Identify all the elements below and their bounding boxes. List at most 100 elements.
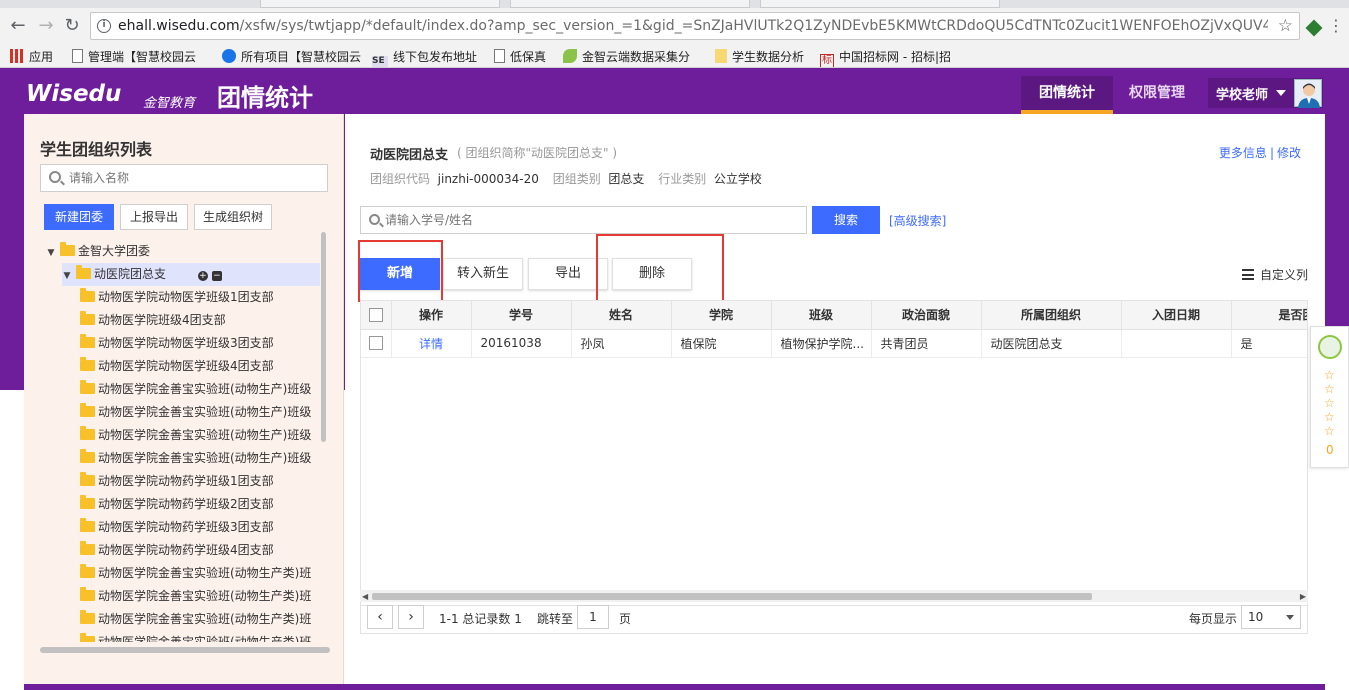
new-committee-button[interactable]: 新建团委 <box>44 204 114 230</box>
tree-node-branch[interactable]: 动物医学院动物医学班级3团支部 <box>80 332 274 355</box>
bookmark-item[interactable]: 所有项目【智慧校园云 <box>222 48 361 65</box>
star-icon[interactable]: ☆ <box>1324 383 1335 395</box>
chevron-down-icon[interactable]: ▼ <box>46 242 56 265</box>
site-info-icon[interactable]: i <box>97 19 111 33</box>
chevron-down-icon[interactable]: ▼ <box>62 265 72 288</box>
tree-node-branch[interactable]: 动物医学院金善宝实验班(动物生产)班级 <box>80 447 311 470</box>
tree-node-branch[interactable]: 动物医学院金善宝实验班(动物生产类)班 <box>80 585 311 608</box>
tree-node-branch[interactable]: 动物医学院动物医学班级4团支部 <box>80 355 274 378</box>
political-status-cell: 共青团员 <box>871 329 982 358</box>
tree-node-branch[interactable]: 动物医学院金善宝实验班(动物生产类)班 <box>80 608 311 631</box>
prev-page-button[interactable]: ‹ <box>367 605 393 629</box>
per-page-select[interactable]: 10 <box>1241 605 1301 629</box>
tree-node-branch[interactable]: 动物医学院班级4团支部 <box>80 309 226 332</box>
more-info-link[interactable]: 更多信息 <box>1219 146 1267 160</box>
table-horizontal-scrollbar[interactable]: ◀ ▶ <box>360 590 1308 602</box>
tab-tuanqing[interactable]: 团情统计 <box>1021 76 1113 114</box>
add-node-icon[interactable]: + <box>197 271 208 281</box>
student-search-box[interactable] <box>360 206 807 234</box>
tab-permission[interactable]: 权限管理 <box>1113 76 1201 114</box>
avatar[interactable] <box>1294 79 1322 108</box>
student-search-input[interactable] <box>385 210 795 230</box>
folder-icon <box>80 380 95 394</box>
browser-tab[interactable] <box>510 0 750 8</box>
bookmark-item[interactable]: 管理端【智慧校园云 <box>72 48 196 65</box>
tree-node-branch[interactable]: 动物医学院金善宝实验班(动物生产)班级 <box>80 424 311 447</box>
scroll-right-icon[interactable]: ▶ <box>1300 592 1306 601</box>
user-menu[interactable]: 学校老师 <box>1208 78 1323 108</box>
tree-node-label: 动物医学院金善宝实验班(动物生产类)班 <box>98 566 312 580</box>
edit-link[interactable]: 修改 <box>1277 146 1301 160</box>
rating-widget[interactable]: ☆ ☆ ☆ ☆ ☆ 0 <box>1310 326 1349 468</box>
join-date-cell <box>1121 329 1232 358</box>
tree-vertical-scrollbar[interactable] <box>321 232 326 442</box>
tree-node-branch[interactable]: 动物医学院金善宝实验班(动物生产类)班 <box>80 562 311 585</box>
tree-node-branch[interactable]: 动物医学院动物药学班级1团支部 <box>80 470 274 493</box>
bookmark-item[interactable]: 标中国招标网 - 招标|招 <box>820 48 951 67</box>
generate-tree-button[interactable]: 生成组织树 <box>194 204 272 230</box>
custom-columns-button[interactable]: 自定义列 <box>1241 266 1308 283</box>
column-header[interactable]: 政治面貌 <box>871 301 982 330</box>
detail-link[interactable]: 详情 <box>419 337 443 351</box>
column-header[interactable]: 学院 <box>671 301 772 330</box>
column-header[interactable]: 所属团组织 <box>981 301 1122 330</box>
tree-horizontal-scrollbar[interactable] <box>40 647 330 653</box>
import-freshmen-button[interactable]: 转入新生 <box>443 258 523 290</box>
search-button[interactable]: 搜索 <box>812 206 880 234</box>
bookmark-apps[interactable]: 应用 <box>10 48 53 65</box>
bookmark-item[interactable]: 学生数据分析 <box>715 48 804 65</box>
org-search-input[interactable] <box>69 168 319 188</box>
scrollbar-thumb[interactable] <box>372 593 1092 600</box>
bookmark-item[interactable]: 金智云端数据采集分 <box>563 48 690 65</box>
column-header[interactable]: 操作 <box>391 301 472 330</box>
star-icon[interactable]: ☆ <box>1324 369 1335 381</box>
advanced-search-link[interactable]: [高级搜索] <box>889 212 946 229</box>
feedback-icon[interactable] <box>1318 335 1342 359</box>
extension-icon[interactable] <box>1305 19 1323 37</box>
browser-tab[interactable] <box>760 0 1000 8</box>
star-icon[interactable]: ☆ <box>1324 397 1335 409</box>
report-export-button[interactable]: 上报导出 <box>120 204 188 230</box>
column-header[interactable]: 是否团 <box>1231 301 1307 330</box>
tree-node-branch[interactable]: 动物医学院动物药学班级3团支部 <box>80 516 274 539</box>
column-header[interactable]: 入团日期 <box>1121 301 1232 330</box>
page-summary: 1-1 总记录数 1 <box>439 612 522 626</box>
flag-cell: 是 <box>1231 329 1307 358</box>
tree-node-selected[interactable]: ▼ 动医院团总支 + − <box>62 263 320 286</box>
circle-logo-icon <box>222 49 236 63</box>
org-search-box[interactable] <box>40 164 328 192</box>
column-header[interactable]: 班级 <box>771 301 872 330</box>
bookmark-star-icon[interactable]: ☆ <box>1278 16 1293 36</box>
star-icon[interactable]: ☆ <box>1324 425 1335 437</box>
tree-node-branch[interactable]: 动物医学院金善宝实验班(动物生产)班级 <box>80 401 311 424</box>
remove-node-icon[interactable]: − <box>211 271 222 281</box>
tree-node-label: 动物医学院金善宝实验班(动物生产)班级 <box>98 382 312 396</box>
rating-count: 0 <box>1326 443 1334 457</box>
back-icon[interactable]: ← <box>8 16 28 36</box>
student-name-cell: 孙凤 <box>571 329 672 358</box>
page-number-input[interactable]: 1 <box>577 605 609 629</box>
star-icon[interactable]: ☆ <box>1324 411 1335 423</box>
reload-icon[interactable]: ↻ <box>62 16 82 36</box>
per-page-label: 每页显示 <box>1189 612 1238 626</box>
bookmark-item[interactable]: SE 线下包发布地址 <box>372 48 477 67</box>
bookmark-item[interactable]: 低保真 <box>494 48 546 65</box>
org-tree: ▼ 金智大学团委 ▼ 动医院团总支 + − 动物医学院动物医学班级1团支部 动物医学院班… <box>46 240 328 642</box>
tree-node-branch[interactable]: 动物医学院动物药学班级2团支部 <box>80 493 274 516</box>
row-checkbox[interactable] <box>368 336 383 351</box>
column-header[interactable]: 姓名 <box>571 301 672 330</box>
address-bar[interactable]: i ehall.wisedu.com/xsfw/sys/twtjapp/*def… <box>90 12 1300 40</box>
menu-icon[interactable]: ⋮ <box>1326 16 1346 36</box>
scroll-left-icon[interactable]: ◀ <box>362 592 368 601</box>
forward-icon[interactable]: → <box>36 16 56 36</box>
next-page-button[interactable]: › <box>398 605 424 629</box>
tree-node-branch[interactable]: 动物医学院动物药学班级4团支部 <box>80 539 274 562</box>
select-all-checkbox[interactable] <box>368 308 383 322</box>
browser-tab[interactable] <box>260 0 500 8</box>
url-text[interactable]: ehall.wisedu.com/xsfw/sys/twtjapp/*defau… <box>118 18 1268 34</box>
tree-node-branch[interactable]: 动物医学院金善宝实验班(动物生产类)班 <box>80 631 311 642</box>
tree-node-root[interactable]: ▼ 金智大学团委 <box>46 240 150 263</box>
tree-node-branch[interactable]: 动物医学院动物医学班级1团支部 <box>80 286 274 309</box>
tree-node-branch[interactable]: 动物医学院金善宝实验班(动物生产)班级 <box>80 378 311 401</box>
column-header[interactable]: 学号 <box>471 301 572 330</box>
